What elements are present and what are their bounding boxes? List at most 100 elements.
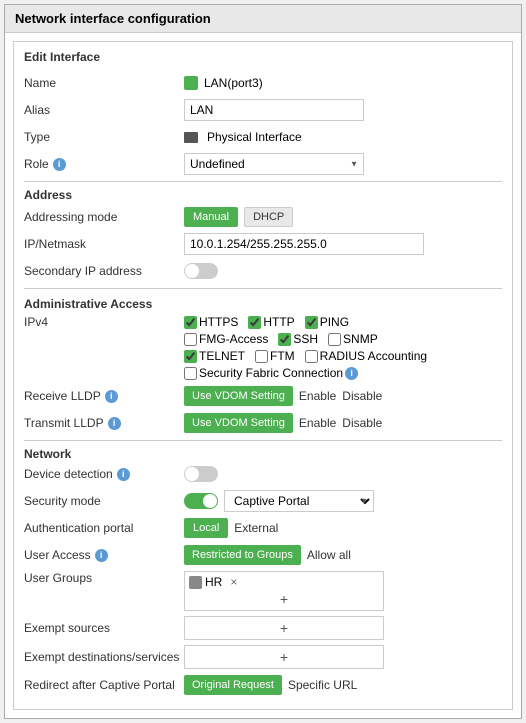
telnet-checkbox[interactable] — [184, 350, 197, 363]
type-icon — [184, 132, 198, 143]
ipv4-label: IPv4 — [24, 315, 184, 329]
exempt-sources-add-btn[interactable]: + — [276, 620, 292, 636]
device-detection-info-icon[interactable]: i — [117, 468, 130, 481]
role-info-icon[interactable]: i — [53, 158, 66, 171]
exempt-dest-box: + — [184, 645, 384, 669]
radius-checkbox-label[interactable]: RADIUS Accounting — [305, 349, 427, 363]
dhcp-btn[interactable]: DHCP — [244, 207, 293, 227]
role-select-wrapper: Undefined LAN WAN DMZ — [184, 153, 364, 175]
user-access-value: Restricted to Groups Allow all — [184, 545, 502, 565]
receive-lldp-disable[interactable]: Disable — [342, 389, 382, 403]
ftm-checkbox-label[interactable]: FTM — [255, 349, 295, 363]
receive-lldp-enable[interactable]: Enable — [299, 389, 336, 403]
security-fabric-checkbox[interactable] — [184, 367, 197, 380]
lan-icon — [184, 76, 198, 90]
addressing-mode-value: Manual DHCP — [184, 207, 502, 227]
exempt-dest-add-btn[interactable]: + — [276, 649, 292, 665]
original-request-btn[interactable]: Original Request — [184, 675, 282, 695]
redirect-row: Redirect after Captive Portal Original R… — [24, 674, 502, 696]
specific-url-link[interactable]: Specific URL — [288, 678, 357, 692]
radius-checkbox[interactable] — [305, 350, 318, 363]
external-link[interactable]: External — [234, 521, 278, 535]
name-label: Name — [24, 76, 184, 90]
ping-checkbox-label[interactable]: PING — [305, 315, 349, 329]
transmit-lldp-label: Transmit LLDP i — [24, 416, 184, 430]
transmit-lldp-value: Use VDOM Setting Enable Disable — [184, 413, 502, 433]
ping-checkbox[interactable] — [305, 316, 318, 329]
main-container: Network interface configuration Edit Int… — [4, 4, 522, 719]
ip-netmask-input[interactable] — [184, 233, 424, 255]
secondary-ip-value — [184, 263, 502, 279]
security-fabric-info-icon[interactable]: i — [345, 367, 358, 380]
device-detection-toggle[interactable] — [184, 466, 218, 482]
secondary-ip-toggle[interactable] — [184, 263, 218, 279]
security-mode-select[interactable]: None Captive Portal 802.1X — [224, 490, 374, 512]
add-group-row: + — [189, 591, 379, 607]
fmg-access-checkbox[interactable] — [184, 333, 197, 346]
http-checkbox-label[interactable]: HTTP — [248, 315, 294, 329]
manual-btn[interactable]: Manual — [184, 207, 238, 227]
name-value: LAN(port3) — [184, 76, 502, 90]
device-detection-value — [184, 466, 502, 482]
role-value: Undefined LAN WAN DMZ — [184, 153, 502, 175]
transmit-lldp-disable[interactable]: Disable — [342, 416, 382, 430]
edit-interface-title: Edit Interface — [24, 50, 502, 64]
snmp-checkbox[interactable] — [328, 333, 341, 346]
transmit-lldp-enable[interactable]: Enable — [299, 416, 336, 430]
security-fabric-checkbox-label[interactable]: Security Fabric Connection i — [184, 366, 358, 380]
receive-lldp-info-icon[interactable]: i — [105, 390, 118, 403]
type-value: Physical Interface — [184, 130, 502, 144]
security-mode-row: Security mode None Captive Portal 802.1X — [24, 490, 502, 512]
ssh-checkbox[interactable] — [278, 333, 291, 346]
remove-hr-btn[interactable]: × — [230, 575, 237, 589]
role-select[interactable]: Undefined LAN WAN DMZ — [184, 153, 364, 175]
auth-portal-row: Authentication portal Local External — [24, 517, 502, 539]
ipv4-row: IPv4 HTTPS HTTP PING — [24, 315, 502, 380]
receive-lldp-row: Receive LLDP i Use VDOM Setting Enable D… — [24, 385, 502, 407]
ip-netmask-row: IP/Netmask — [24, 233, 502, 255]
receive-lldp-vdom-btn[interactable]: Use VDOM Setting — [184, 386, 293, 406]
allow-all-link[interactable]: Allow all — [307, 548, 351, 562]
exempt-dest-value: + — [184, 645, 502, 669]
ssh-checkbox-label[interactable]: SSH — [278, 332, 318, 346]
name-text: LAN(port3) — [204, 76, 263, 90]
restricted-groups-btn[interactable]: Restricted to Groups — [184, 545, 301, 565]
user-access-row: User Access i Restricted to Groups Allow… — [24, 544, 502, 566]
snmp-checkbox-label[interactable]: SNMP — [328, 332, 378, 346]
ipv4-row2: FMG-Access SSH SNMP — [184, 332, 378, 346]
address-section-header: Address — [24, 188, 502, 202]
https-checkbox[interactable] — [184, 316, 197, 329]
ftm-checkbox[interactable] — [255, 350, 268, 363]
device-detection-label: Device detection i — [24, 467, 184, 481]
local-btn[interactable]: Local — [184, 518, 228, 538]
user-access-info-icon[interactable]: i — [95, 549, 108, 562]
receive-lldp-value: Use VDOM Setting Enable Disable — [184, 386, 502, 406]
exempt-sources-value: + — [184, 616, 502, 640]
receive-lldp-label: Receive LLDP i — [24, 389, 184, 403]
exempt-sources-label: Exempt sources — [24, 621, 184, 635]
user-groups-item-row: HR × — [189, 575, 379, 589]
add-group-btn[interactable]: + — [276, 591, 292, 607]
security-mode-label: Security mode — [24, 494, 184, 508]
role-row: Role i Undefined LAN WAN DMZ — [24, 153, 502, 175]
exempt-sources-box: + — [184, 616, 384, 640]
transmit-lldp-info-icon[interactable]: i — [108, 417, 121, 430]
page-title: Network interface configuration — [5, 5, 521, 33]
ipv4-row1: HTTPS HTTP PING — [184, 315, 349, 329]
https-checkbox-label[interactable]: HTTPS — [184, 315, 238, 329]
admin-access-header: Administrative Access — [24, 297, 502, 311]
alias-label: Alias — [24, 103, 184, 117]
alias-value — [184, 99, 502, 121]
user-groups-value: HR × + — [184, 571, 502, 611]
transmit-lldp-vdom-btn[interactable]: Use VDOM Setting — [184, 413, 293, 433]
type-row: Type Physical Interface — [24, 126, 502, 148]
divider-2 — [24, 288, 502, 289]
alias-row: Alias — [24, 99, 502, 121]
security-mode-toggle[interactable] — [184, 493, 218, 509]
telnet-checkbox-label[interactable]: TELNET — [184, 349, 245, 363]
auth-portal-value: Local External — [184, 518, 502, 538]
http-checkbox[interactable] — [248, 316, 261, 329]
alias-input[interactable] — [184, 99, 364, 121]
type-label: Type — [24, 130, 184, 144]
fmg-access-checkbox-label[interactable]: FMG-Access — [184, 332, 268, 346]
